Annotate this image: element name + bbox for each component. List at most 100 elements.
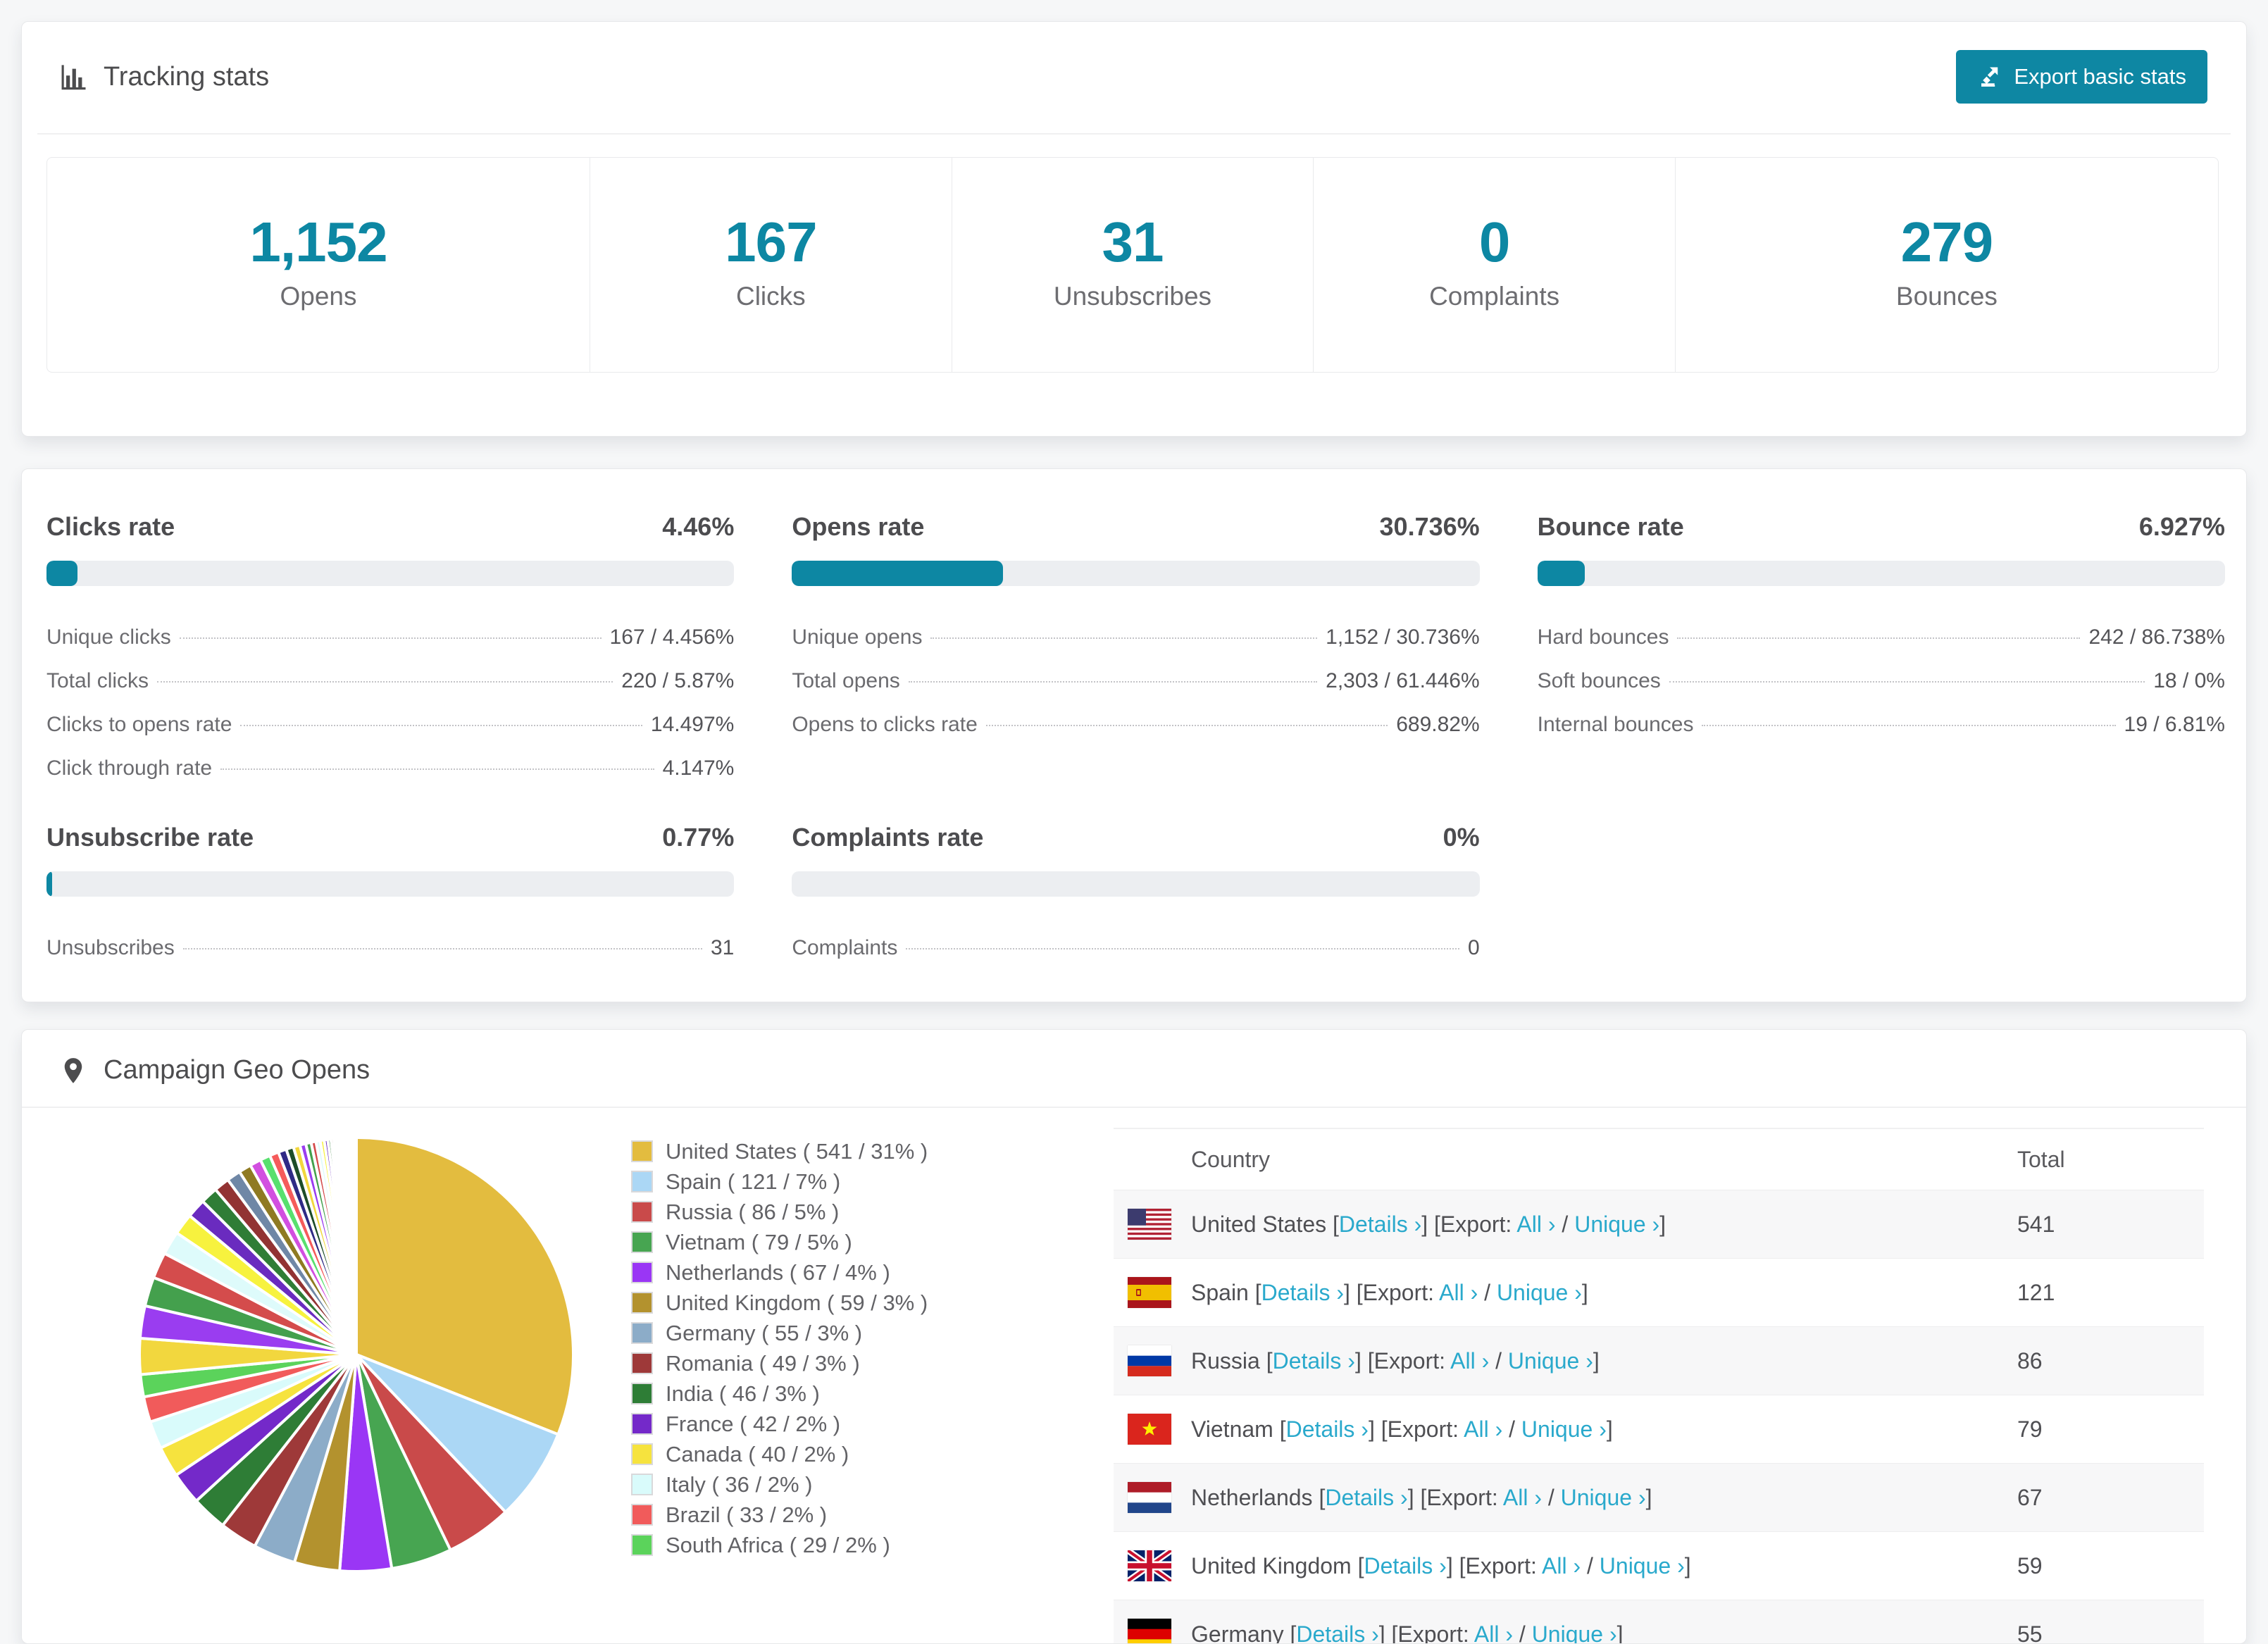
dotted-leader bbox=[180, 637, 602, 639]
export-unique-link[interactable]: Unique › bbox=[1532, 1621, 1617, 1644]
dotted-leader bbox=[986, 725, 1388, 726]
details-link[interactable]: Details › bbox=[1325, 1485, 1407, 1510]
rate-title: Complaints rate bbox=[792, 822, 983, 853]
details-link[interactable]: Details › bbox=[1286, 1416, 1369, 1442]
legend-item-india: India ( 46 / 3% ) bbox=[631, 1378, 1026, 1409]
export-basic-stats-button[interactable]: Export basic stats bbox=[1956, 50, 2207, 104]
dotted-leader bbox=[1702, 725, 2115, 726]
legend-item-italy: Italy ( 36 / 2% ) bbox=[631, 1469, 1026, 1500]
details-link[interactable]: Details › bbox=[1261, 1280, 1344, 1305]
legend-item-canada: Canada ( 40 / 2% ) bbox=[631, 1439, 1026, 1469]
flag-icon-vn bbox=[1128, 1414, 1171, 1445]
dotted-leader bbox=[183, 948, 702, 949]
rate-block-clicks-rate: Clicks rate 4.46% Unique clicks 167 / 4.… bbox=[46, 511, 734, 790]
flag-icon-de bbox=[1128, 1619, 1171, 1644]
legend-item-france: France ( 42 / 2% ) bbox=[631, 1409, 1026, 1439]
legend-swatch bbox=[631, 1413, 653, 1435]
details-link[interactable]: Details › bbox=[1296, 1621, 1378, 1644]
legend-label: United States ( 541 / 31% ) bbox=[666, 1139, 928, 1164]
country-total: 121 bbox=[2017, 1280, 2204, 1306]
legend-swatch bbox=[631, 1322, 653, 1344]
export-all-link[interactable]: All › bbox=[1464, 1416, 1502, 1442]
dotted-leader bbox=[909, 681, 1317, 683]
legend-label: Germany ( 55 / 3% ) bbox=[666, 1321, 862, 1346]
summary-stat-opens: 1,152 Opens bbox=[46, 157, 590, 373]
export-unique-link[interactable]: Unique › bbox=[1574, 1212, 1659, 1237]
export-unique-link[interactable]: Unique › bbox=[1561, 1485, 1646, 1510]
legend-label: Romania ( 49 / 3% ) bbox=[666, 1351, 860, 1376]
export-all-link[interactable]: All › bbox=[1503, 1485, 1542, 1510]
geo-opens-card: Campaign Geo Opens United States ( 541 /… bbox=[21, 1029, 2247, 1644]
legend-swatch bbox=[631, 1201, 653, 1223]
legend-swatch bbox=[631, 1534, 653, 1556]
export-unique-link[interactable]: Unique › bbox=[1600, 1553, 1685, 1578]
export-all-link[interactable]: All › bbox=[1439, 1280, 1478, 1305]
column-header-country: Country bbox=[1114, 1147, 2017, 1173]
legend-label: Netherlands ( 67 / 4% ) bbox=[666, 1260, 890, 1285]
legend-item-russia: Russia ( 86 / 5% ) bbox=[631, 1197, 1026, 1227]
rate-row: Click through rate 4.147% bbox=[46, 747, 734, 790]
export-all-link[interactable]: All › bbox=[1450, 1348, 1489, 1374]
legend-swatch bbox=[631, 1262, 653, 1283]
flag-icon-ru bbox=[1128, 1345, 1171, 1376]
progress-bar bbox=[792, 871, 1479, 897]
geo-table-row-de: Germany [Details ›] [Export: All › / Uni… bbox=[1114, 1600, 2204, 1644]
country-name: United Kingdom [ bbox=[1191, 1553, 1364, 1578]
legend-item-romania: Romania ( 49 / 3% ) bbox=[631, 1348, 1026, 1378]
rate-title: Clicks rate bbox=[46, 511, 175, 542]
legend-swatch bbox=[631, 1292, 653, 1314]
rate-row: Internal bounces 19 / 6.81% bbox=[1538, 703, 2225, 747]
rate-row: Total clicks 220 / 5.87% bbox=[46, 659, 734, 703]
export-button-label: Export basic stats bbox=[2014, 64, 2186, 89]
progress-bar bbox=[46, 561, 734, 586]
export-unique-link[interactable]: Unique › bbox=[1508, 1348, 1593, 1374]
rate-row: Unsubscribes 31 bbox=[46, 926, 734, 970]
flag-icon-us bbox=[1128, 1209, 1171, 1240]
rate-title: Bounce rate bbox=[1538, 511, 1684, 542]
dotted-leader bbox=[906, 948, 1459, 949]
details-link[interactable]: Details › bbox=[1273, 1348, 1355, 1374]
legend-swatch bbox=[631, 1140, 653, 1162]
legend-swatch bbox=[631, 1352, 653, 1374]
stat-value: 0 bbox=[1314, 210, 1675, 275]
stat-label: Clicks bbox=[590, 282, 952, 311]
tracking-stats-header: Tracking stats Export basic stats bbox=[22, 22, 2246, 133]
stat-label: Complaints bbox=[1314, 282, 1675, 311]
country-name: United States [ bbox=[1191, 1212, 1339, 1237]
geo-body: United States ( 541 / 31% ) Spain ( 121 … bbox=[22, 1108, 2246, 1644]
tracking-stats-card: Tracking stats Export basic stats 1,152 … bbox=[21, 21, 2247, 437]
rate-block-opens-rate: Opens rate 30.736% Unique opens 1,152 / … bbox=[792, 511, 1479, 790]
stat-value: 1,152 bbox=[47, 210, 590, 275]
country-total: 59 bbox=[2017, 1553, 2204, 1579]
rate-block-complaints-rate: Complaints rate 0% Complaints 0 bbox=[792, 822, 1479, 970]
export-unique-link[interactable]: Unique › bbox=[1497, 1280, 1582, 1305]
geo-legend: United States ( 541 / 31% ) Spain ( 121 … bbox=[631, 1128, 1026, 1644]
country-total: 55 bbox=[2017, 1621, 2204, 1644]
legend-label: United Kingdom ( 59 / 3% ) bbox=[666, 1290, 928, 1316]
geo-table-row-nl: Netherlands [Details ›] [Export: All › /… bbox=[1114, 1463, 2204, 1531]
pie-chart-svg bbox=[131, 1128, 582, 1578]
flag-icon-nl bbox=[1128, 1482, 1171, 1513]
country-name: Netherlands [ bbox=[1191, 1485, 1325, 1510]
legend-label: Brazil ( 33 / 2% ) bbox=[666, 1502, 827, 1528]
dotted-leader bbox=[157, 681, 613, 683]
legend-label: Canada ( 40 / 2% ) bbox=[666, 1442, 849, 1467]
export-all-link[interactable]: All › bbox=[1516, 1212, 1555, 1237]
legend-swatch bbox=[631, 1443, 653, 1465]
stat-value: 279 bbox=[1676, 210, 2218, 275]
rate-row: Unique opens 1,152 / 30.736% bbox=[792, 616, 1479, 659]
details-link[interactable]: Details › bbox=[1364, 1553, 1446, 1578]
legend-swatch bbox=[631, 1231, 653, 1253]
export-unique-link[interactable]: Unique › bbox=[1521, 1416, 1607, 1442]
export-all-link[interactable]: All › bbox=[1474, 1621, 1513, 1644]
rate-row: Complaints 0 bbox=[792, 926, 1479, 970]
column-header-total: Total bbox=[2017, 1147, 2204, 1173]
page-title: Tracking stats bbox=[104, 62, 269, 92]
legend-label: India ( 46 / 3% ) bbox=[666, 1381, 820, 1407]
details-link[interactable]: Details › bbox=[1339, 1212, 1421, 1237]
legend-label: Russia ( 86 / 5% ) bbox=[666, 1200, 839, 1225]
legend-item-united-states: United States ( 541 / 31% ) bbox=[631, 1136, 1026, 1166]
rate-title: Unsubscribe rate bbox=[46, 822, 254, 853]
dotted-leader bbox=[1669, 681, 2145, 683]
export-all-link[interactable]: All › bbox=[1542, 1553, 1581, 1578]
